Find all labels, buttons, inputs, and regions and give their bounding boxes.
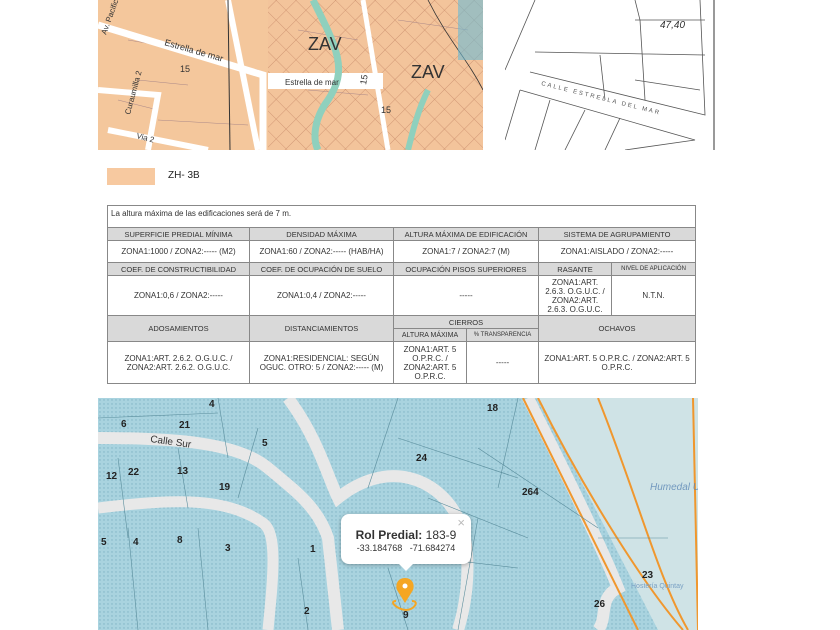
- header-cell: NIVEL DE APLICACIÓN: [610, 262, 697, 276]
- street-label: Estrella de mar: [285, 78, 339, 87]
- area-label: Humedal Urbano Estero El Jote: [650, 482, 698, 493]
- value-cell: ZONA1:ART. 5 O.P.R.C. / ZONA2:ART. 5 O.P…: [537, 341, 697, 384]
- header-cell: SISTEMA DE AGRUPAMIENTO: [537, 227, 697, 241]
- header-cell: SUPERFICIE PREDIAL MÍNIMA: [107, 227, 250, 241]
- header-cell: OCHAVOS: [537, 315, 697, 342]
- plan-sketch: 47,40 CALLE ESTRELLA DEL MAR: [505, 0, 717, 150]
- parcel-number: 2: [304, 606, 310, 617]
- zoning-map: ZAV ZAV Estrella de mar Estrella de mar …: [98, 0, 483, 150]
- place-label: Hostería Quintay: [631, 583, 684, 590]
- parcel-number: 19: [219, 482, 231, 493]
- longitude: -71.684274: [409, 543, 456, 553]
- zone-label: ZAV: [308, 34, 342, 54]
- parcel-number: 22: [128, 467, 140, 478]
- elevation-number: 15: [381, 105, 391, 115]
- value-cell: ZONA1:7 / ZONA2:7 (M): [393, 240, 539, 263]
- legend-swatch: [107, 168, 155, 185]
- header-cell: OCUPACIÓN PISOS SUPERIORES: [393, 262, 539, 276]
- parcel-number: 24: [416, 453, 428, 464]
- header-cell: ALTURA MÁXIMA DE EDIFICACIÓN: [393, 227, 539, 241]
- parcel-number: 18: [487, 403, 499, 414]
- zone-label: ZAV: [411, 62, 445, 82]
- parcel-number: 26: [594, 599, 606, 610]
- value-cell: ZONA1:60 / ZONA2:----- (HAB/HA): [249, 240, 394, 263]
- header-cell: RASANTE: [538, 262, 612, 276]
- parcel-number: 21: [179, 420, 191, 431]
- parcel-number: 1: [310, 544, 316, 555]
- parcel-number: 5: [101, 537, 107, 548]
- parcel-number: 4: [209, 399, 215, 410]
- elevation-number: 15: [358, 74, 370, 86]
- elevation-number: 15: [180, 64, 190, 74]
- parcel-number: 13: [177, 466, 189, 477]
- parcel-number: 8: [177, 535, 183, 546]
- header-cell: COEF. DE CONSTRUCTIBILIDAD: [107, 262, 250, 276]
- header-cell: CIERROS: [393, 315, 539, 329]
- parcel-number: 12: [106, 471, 118, 482]
- parcel-number: 23: [642, 570, 654, 581]
- subheader-cell: % TRANSPARENCIA: [466, 328, 539, 342]
- header-cell: ADOSAMIENTOS: [107, 315, 250, 342]
- header-cell: COEF. DE OCUPACIÓN DE SUELO: [249, 262, 394, 276]
- legend-label: ZH- 3B: [168, 170, 200, 181]
- value-cell: ZONA1:ART. 2.6.3. O.G.U.C. / ZONA2:ART. …: [538, 275, 612, 316]
- latitude: -33.184768: [356, 543, 403, 553]
- parcel-number: 5: [262, 438, 268, 449]
- subheader-cell: ALTURA MÁXIMA: [393, 328, 467, 342]
- value-cell: ZONA1:0,6 / ZONA2:-----: [107, 275, 250, 316]
- zoning-norms-table: La altura máxima de las edificaciones se…: [106, 205, 697, 384]
- value-cell: ZONA1:0,4 / ZONA2:-----: [249, 275, 394, 316]
- parcel-number: 9: [403, 610, 409, 621]
- close-icon[interactable]: ×: [457, 515, 465, 530]
- parcel-number: 264: [522, 487, 539, 498]
- parcel-number: 3: [225, 543, 231, 554]
- header-cell: DENSIDAD MÁXIMA: [249, 227, 394, 241]
- value-cell: ZONA1:AISLADO / ZONA2:-----: [537, 240, 697, 263]
- parcel-info-popup: × Rol Predial: 183-9 -33.184768 -71.6842…: [341, 514, 471, 571]
- measurement-label: 47,40: [660, 20, 685, 31]
- table-note: La altura máxima de las edificaciones se…: [106, 205, 697, 228]
- rol-predial-label: Rol Predial:: [355, 528, 423, 542]
- parcel-number: 4: [133, 537, 139, 548]
- value-cell: ZONA1:ART. 2.6.2. O.G.U.C. / ZONA2:ART. …: [107, 341, 250, 384]
- header-cell: DISTANCIAMIENTOS: [249, 315, 394, 342]
- value-cell: ZONA1:RESIDENCIAL: SEGÚN OGUC. OTRO: 5 /…: [249, 341, 394, 384]
- value-cell: ZONA1:ART. 5 O.P.R.C. / ZONA2:ART. 5 O.P…: [393, 341, 467, 384]
- value-cell: -----: [466, 341, 539, 384]
- value-cell: ZONA1:1000 / ZONA2:----- (M2): [107, 240, 250, 263]
- rol-predial-value: 183-9: [425, 528, 457, 542]
- value-cell: N.T.N.: [610, 275, 697, 316]
- parcel-number: 6: [121, 419, 127, 430]
- value-cell: -----: [393, 275, 539, 316]
